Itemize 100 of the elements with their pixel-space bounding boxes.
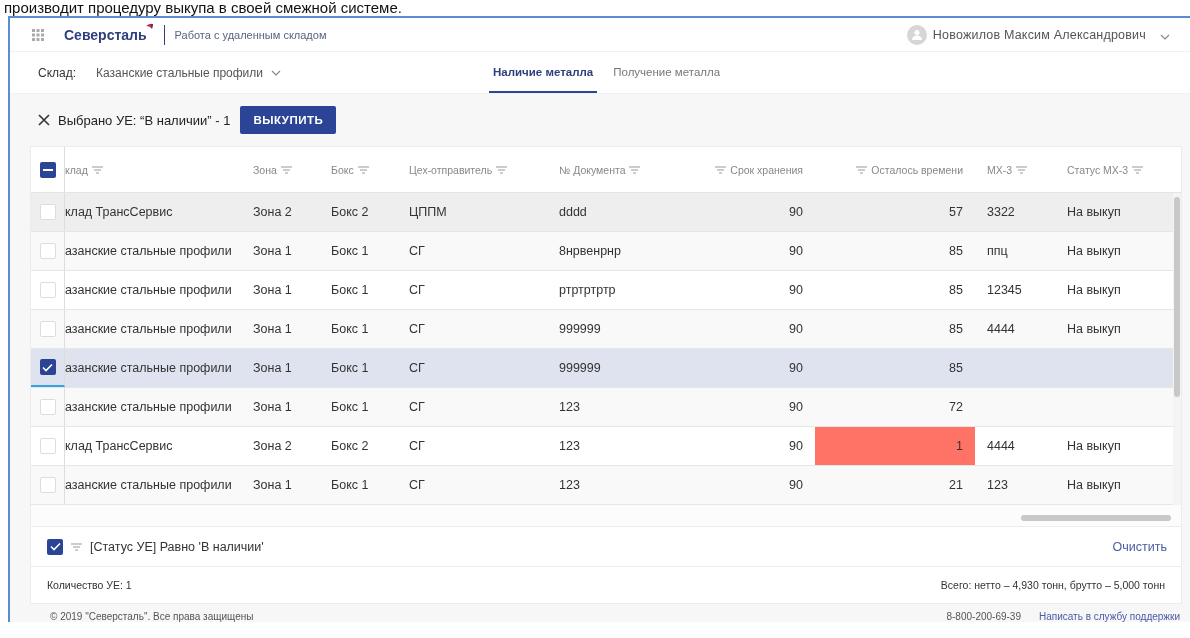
table-cell: 72	[949, 400, 963, 414]
table-cell: 90	[789, 478, 803, 492]
chevron-down-icon	[1160, 33, 1170, 40]
column-header[interactable]: Статус МХ-3	[1067, 163, 1129, 176]
checkbox[interactable]	[39, 477, 56, 493]
column-header[interactable]: Срок хранения	[730, 163, 803, 176]
minus-icon	[42, 168, 53, 171]
checkbox[interactable]	[39, 243, 56, 259]
selection-count: Выбрано УЕ: “В наличии” - 1	[58, 112, 231, 128]
table-cell: СГ	[409, 400, 425, 414]
total-text: Всего: нетто – 4,930 тонн, брутто – 5,000 тонн	[940, 579, 1165, 591]
table-cell: 123	[559, 400, 580, 414]
table-cell: Бокс 1	[331, 322, 369, 336]
tab[interactable]: Получение металла	[609, 52, 725, 93]
table-cell: 123	[559, 439, 580, 453]
filter-icon[interactable]	[496, 165, 508, 174]
count-text: Количество УЕ: 1	[47, 579, 132, 591]
filter-icon[interactable]	[280, 165, 292, 174]
table-cell: 999999	[559, 322, 601, 336]
table-cell: СГ	[409, 478, 425, 492]
table-cell: На выкуп	[1067, 283, 1121, 297]
column-header[interactable]: клад	[65, 163, 88, 176]
table-cell: 999999	[559, 361, 601, 375]
buy-button[interactable]: ВЫКУПИТЬ	[240, 106, 337, 134]
apps-grid-icon[interactable]	[32, 28, 44, 41]
table-cell: Бокс 2	[331, 439, 369, 453]
filter-icon[interactable]	[629, 165, 641, 174]
table-cell: ртртртртр	[559, 283, 616, 297]
checkbox[interactable]	[39, 204, 56, 220]
user-avatar-icon[interactable]	[906, 24, 927, 45]
copyright-text: © 2019 "Северсталь". Все права защищены	[50, 610, 254, 622]
table-cell: 85	[949, 244, 963, 258]
table-cell: На выкуп	[1067, 322, 1121, 336]
checkbox[interactable]	[39, 438, 56, 454]
table-cell: На выкуп	[1067, 244, 1121, 258]
support-link[interactable]: Написать в службу поддержки	[1038, 610, 1180, 622]
table-cell: азанские стальные профили	[65, 283, 232, 297]
caption-text: производит процедуру выкупа в своей смежной системе.	[3, 0, 403, 16]
close-icon[interactable]	[38, 114, 50, 126]
table-cell: 3322	[987, 205, 1015, 219]
user-name[interactable]: Новожилов Максим Александрович	[932, 27, 1146, 42]
vertical-scrollbar[interactable]	[1174, 197, 1180, 397]
table-cell: 90	[789, 322, 803, 336]
table-cell: СГ	[409, 322, 425, 336]
table-cell: Зона 2	[253, 205, 292, 219]
checkbox[interactable]	[39, 399, 56, 415]
checkbox[interactable]	[39, 359, 56, 375]
table-cell: 123	[559, 478, 580, 492]
column-header[interactable]: Цех-отправитель	[409, 163, 493, 176]
filter-icon[interactable]	[71, 542, 82, 551]
table-cell: На выкуп	[1067, 478, 1121, 492]
table-cell: 85	[949, 361, 963, 375]
chevron-down-icon	[271, 69, 282, 76]
table-cell: Зона 1	[253, 283, 292, 297]
table-cell: Бокс 2	[331, 205, 369, 219]
horizontal-scrollbar[interactable]	[1021, 515, 1171, 521]
table-cell: 1	[956, 439, 963, 453]
table-cell: СГ	[409, 361, 425, 375]
table-cell: ппц	[987, 244, 1008, 258]
table-cell: клад ТрансСервис	[65, 439, 173, 453]
column-header[interactable]: Зона	[253, 163, 277, 176]
table-cell: 90	[789, 244, 803, 258]
table-cell: Зона 1	[253, 478, 292, 492]
table-cell: Бокс 1	[331, 361, 369, 375]
table-cell: азанские стальные профили	[65, 322, 232, 336]
column-header[interactable]: Осталось времени	[871, 163, 963, 176]
warehouse-dropdown[interactable]: Казанские стальные профили	[96, 52, 282, 93]
app-subtitle: Работа с удаленным складом	[174, 28, 327, 41]
table-cell: Бокс 1	[331, 400, 369, 414]
table-cell: 12345	[987, 283, 1022, 297]
filter-icon[interactable]	[856, 165, 868, 174]
column-header[interactable]: МХ-3	[987, 163, 1013, 176]
filter-text: [Статус УЕ] Равно 'В наличии'	[90, 539, 264, 554]
checkbox[interactable]	[39, 321, 56, 337]
table-cell: Бокс 1	[331, 283, 369, 297]
checkbox[interactable]	[47, 538, 63, 555]
checkbox[interactable]	[39, 282, 56, 298]
filter-icon[interactable]	[1016, 165, 1028, 174]
table-cell: 90	[789, 439, 803, 453]
table-cell: 4444	[987, 322, 1015, 336]
filter-icon[interactable]	[715, 165, 727, 174]
table-cell: азанские стальные профили	[65, 478, 232, 492]
column-header[interactable]: № Документа	[559, 163, 626, 176]
table-cell: СГ	[409, 244, 425, 258]
filter-icon[interactable]	[91, 165, 103, 174]
clear-link[interactable]: Очистить	[1112, 539, 1167, 554]
table-cell: 90	[789, 283, 803, 297]
checkbox[interactable]	[39, 161, 56, 178]
table-cell: 57	[949, 205, 963, 219]
table-cell: Зона 1	[253, 244, 292, 258]
table-cell: dddd	[559, 205, 587, 219]
phone-text: 8-800-200-69-39	[946, 610, 1021, 622]
table-cell: Зона 1	[253, 361, 292, 375]
table-cell: На выкуп	[1067, 439, 1121, 453]
table-cell: Зона 1	[253, 400, 292, 414]
table-cell: ЦППМ	[409, 205, 447, 219]
filter-icon[interactable]	[357, 165, 369, 174]
logo[interactable]: Северсталь	[64, 26, 147, 43]
filter-icon[interactable]	[1132, 165, 1144, 174]
column-header[interactable]: Бокс	[331, 163, 354, 176]
